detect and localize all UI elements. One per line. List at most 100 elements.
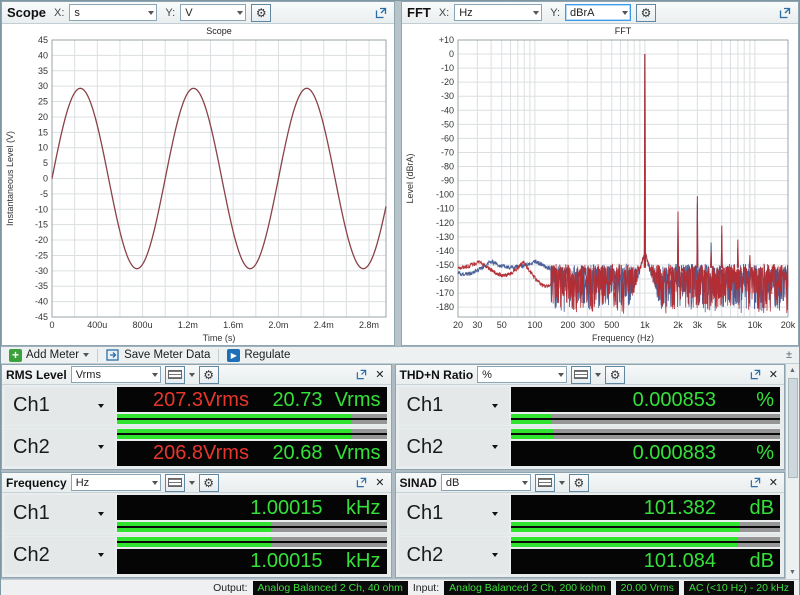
thdn-display-mode-button[interactable] <box>571 365 592 384</box>
thdn-ch2-selector[interactable]: Ch2 <box>398 428 509 466</box>
input-bandwidth-badge[interactable]: AC (<10 Hz) - 20 kHz <box>683 581 794 595</box>
chevron-down-icon <box>595 372 602 377</box>
sinad-ch2-selector[interactable]: Ch2 <box>398 536 509 574</box>
thdn-popout-button[interactable] <box>748 369 763 380</box>
rms-header: RMS Level Vrms ⚙ ✕ <box>2 365 391 385</box>
rms-ch2-selector[interactable]: Ch2 <box>5 428 115 466</box>
save-meter-data-label: Save Meter Data <box>124 349 211 361</box>
svg-text:5k: 5k <box>717 320 727 330</box>
add-meter-button[interactable]: + Add Meter <box>4 347 94 363</box>
thdn-ch1-display: 0.000853 % <box>510 387 780 412</box>
fft-popout-button[interactable] <box>777 7 793 19</box>
level-bar <box>510 536 780 547</box>
frequency-display-mode-button[interactable] <box>164 473 185 492</box>
fft-settings-button[interactable]: ⚙ <box>636 3 657 22</box>
scope-x-units-select[interactable]: s <box>69 4 158 21</box>
save-meter-data-button[interactable]: Save Meter Data <box>101 347 215 363</box>
popout-icon <box>375 7 387 18</box>
scroll-down-icon[interactable]: ▼ <box>786 566 799 579</box>
svg-text:Frequency (Hz): Frequency (Hz) <box>592 333 654 343</box>
output-config-badge[interactable]: Analog Balanced 2 Ch, 40 ohm <box>252 581 408 595</box>
svg-text:-10: -10 <box>441 63 454 73</box>
regulate-button[interactable]: ▶ Regulate <box>222 347 295 363</box>
rms-close-button[interactable]: ✕ <box>373 368 386 381</box>
svg-text:50: 50 <box>497 320 507 330</box>
sinad-popout-button[interactable] <box>748 477 763 488</box>
svg-text:800u: 800u <box>133 320 153 330</box>
svg-text:10: 10 <box>38 143 48 153</box>
sinad-close-button[interactable]: ✕ <box>767 476 780 489</box>
fft-y-units-select[interactable]: dBrA <box>565 4 632 21</box>
frequency-ch1-unit: kHz <box>346 496 381 519</box>
rms-ch1-display: 207.3Vrms 20.73 Vrms <box>117 387 387 412</box>
scroll-up-icon[interactable]: ▲ <box>786 364 799 377</box>
scope-settings-button[interactable]: ⚙ <box>251 3 272 22</box>
sinad-unit-select[interactable]: dB <box>440 474 531 491</box>
svg-text:-30: -30 <box>35 266 48 276</box>
sinad-ch1-unit: dB <box>749 496 774 519</box>
gear-icon: ⚙ <box>573 475 585 490</box>
scope-popout-button[interactable] <box>373 7 389 19</box>
fft-chart[interactable]: FFT -180 -170 -160 -150 -140 -130 -120 -110 -100-… <box>402 24 798 345</box>
thdn-settings-button[interactable]: ⚙ <box>605 365 626 384</box>
meter-grid: RMS Level Vrms ⚙ ✕ Ch1 207.3Vrms 20.73 V… <box>1 364 785 579</box>
svg-text:-20: -20 <box>35 235 48 245</box>
thdn-ch1-selector[interactable]: Ch1 <box>398 387 509 425</box>
svg-text:30: 30 <box>38 81 48 91</box>
frequency-ch2-unit: kHz <box>346 550 381 572</box>
svg-text:-140: -140 <box>436 246 454 256</box>
meter-display-icon <box>574 370 589 379</box>
rms-display-mode-button[interactable] <box>164 365 185 384</box>
frequency-ch1-selector[interactable]: Ch1 <box>5 495 115 533</box>
gear-icon: ⚙ <box>255 5 267 20</box>
thdn-ch1-row: Ch1 0.000853 % <box>398 387 780 425</box>
svg-text:30: 30 <box>472 320 482 330</box>
meter-area: RMS Level Vrms ⚙ ✕ Ch1 207.3Vrms 20.73 V… <box>1 364 799 579</box>
thdn-ch2-value: 0.000883 <box>632 442 716 464</box>
frequency-popout-button[interactable] <box>354 477 369 488</box>
frequency-unit-select[interactable]: Hz <box>70 474 161 491</box>
scrollbar-thumb[interactable] <box>787 378 798 478</box>
scope-chart[interactable]: Scope -45 -40 -35 -30 -25 -20 -15 -10 -5 0 5 10 15 20 2… <box>2 24 394 345</box>
channel-label: Ch2 <box>406 435 444 458</box>
sinad-unit-value: dB <box>445 476 460 489</box>
sinad-settings-button[interactable]: ⚙ <box>568 473 589 492</box>
input-config-badge[interactable]: Analog Balanced 2 Ch, 200 kohm <box>444 581 611 595</box>
sinad-display-mode-button[interactable] <box>534 473 555 492</box>
meter-scrollbar[interactable]: ▲ ▼ <box>785 364 799 579</box>
svg-text:-50: -50 <box>441 119 454 129</box>
thdn-unit-select[interactable]: % <box>477 366 568 383</box>
frequency-close-button[interactable]: ✕ <box>373 476 386 489</box>
rms-popout-button[interactable] <box>354 369 369 380</box>
channel-label: Ch1 <box>13 502 50 525</box>
sinad-ch1-value: 101.382 <box>643 496 716 519</box>
fft-x-units-select[interactable]: Hz <box>454 4 543 21</box>
chevron-down-icon <box>622 10 629 15</box>
rms-ch2-value: 20.68 <box>272 442 323 464</box>
thdn-header: THD+N Ratio % ⚙ ✕ <box>395 365 784 385</box>
svg-text:200: 200 <box>560 320 575 330</box>
rms-ch1-selector[interactable]: Ch1 <box>5 387 115 425</box>
rms-unit-select[interactable]: Vrms <box>70 366 161 383</box>
scope-y-units-select[interactable]: V <box>180 4 247 21</box>
svg-text:20k: 20k <box>781 320 796 330</box>
svg-text:2.8m: 2.8m <box>359 320 379 330</box>
sinad-ch1-selector[interactable]: Ch1 <box>398 495 509 533</box>
svg-text:-70: -70 <box>441 147 454 157</box>
level-bar-fill <box>117 428 352 439</box>
thdn-title: THD+N Ratio <box>399 367 474 382</box>
level-bar-fill <box>117 414 352 424</box>
dock-pin-icon[interactable]: ± <box>782 349 796 361</box>
chevron-down-icon <box>148 10 155 15</box>
rms-ch1-value: 20.73 <box>272 388 323 411</box>
meter-display-icon <box>537 478 552 487</box>
frequency-settings-button[interactable]: ⚙ <box>198 473 219 492</box>
frequency-ch2-selector[interactable]: Ch2 <box>5 536 115 574</box>
popout-icon <box>750 477 761 488</box>
chevron-down-icon <box>533 10 540 15</box>
rms-settings-button[interactable]: ⚙ <box>198 365 219 384</box>
chevron-down-icon <box>98 403 104 408</box>
input-range-badge[interactable]: 20.00 Vrms <box>615 581 679 595</box>
thdn-close-button[interactable]: ✕ <box>767 368 780 381</box>
sinad-ch1-row: Ch1 101.382 dB <box>398 495 780 533</box>
